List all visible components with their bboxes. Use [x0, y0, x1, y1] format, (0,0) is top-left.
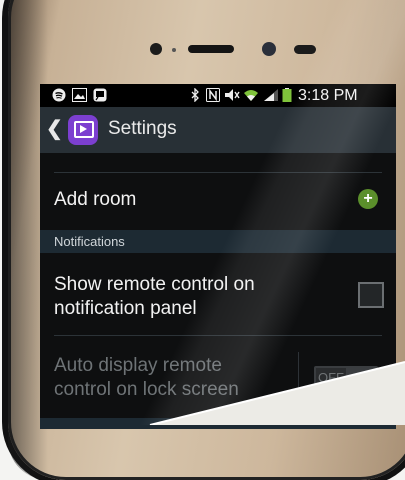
plus-circle-icon[interactable]: +: [358, 189, 378, 209]
show-remote-label-line1: Show remote control on: [54, 274, 255, 295]
page-title: Settings: [108, 118, 177, 139]
earpiece-speaker: [188, 45, 234, 53]
clock: 3:18 PM: [298, 87, 358, 104]
proximity-sensor-icon: [150, 43, 162, 55]
front-camera-icon: [262, 42, 276, 56]
sensor-slot-icon: [294, 45, 316, 54]
battery-icon: [282, 88, 292, 102]
image-notification-icon: [72, 88, 87, 102]
status-bar: 3:18 PM: [40, 84, 396, 107]
auto-display-label-line1: Auto display remote: [54, 355, 222, 376]
messenger-icon: [93, 88, 107, 102]
auto-display-toggle[interactable]: OFF: [314, 366, 378, 390]
next-section-header: [40, 418, 396, 429]
phone-screen: 3:18 PM ❮ Settings Add room + Notificati…: [40, 84, 396, 429]
add-room-label: Add room: [54, 189, 137, 210]
notifications-section-header: Notifications: [40, 230, 396, 253]
show-remote-row[interactable]: Show remote control on notification pane…: [40, 256, 396, 330]
play-icon: [80, 125, 87, 133]
divider: [54, 172, 382, 173]
mute-icon: [224, 88, 240, 102]
show-remote-checkbox[interactable]: [358, 282, 384, 308]
row-separator: [298, 352, 299, 394]
chevron-left-icon[interactable]: ❮: [46, 117, 63, 141]
nfc-icon: [206, 88, 220, 102]
spotify-icon: [52, 88, 66, 102]
auto-display-label-line2: control on lock screen: [54, 379, 239, 400]
signal-icon: [263, 88, 279, 102]
wifi-icon: [243, 88, 259, 102]
tv-remote-app-icon[interactable]: [68, 115, 98, 145]
action-bar: ❮ Settings: [40, 107, 396, 153]
light-sensor-icon: [172, 48, 176, 52]
divider: [54, 335, 382, 336]
show-remote-label-line2: notification panel: [54, 298, 197, 319]
toggle-off-label: OFF: [316, 368, 346, 388]
add-room-row[interactable]: Add room: [40, 176, 396, 226]
bluetooth-icon: [190, 87, 200, 103]
